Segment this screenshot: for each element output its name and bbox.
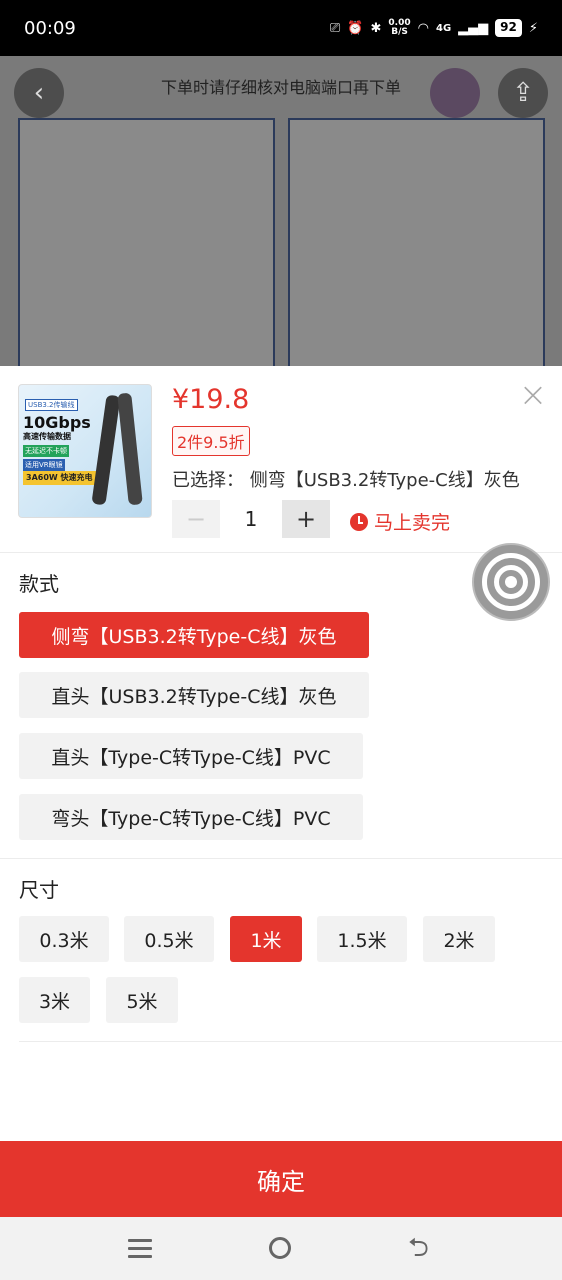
- cable-graphic: [117, 392, 143, 506]
- size-option[interactable]: 1.5米: [317, 916, 407, 962]
- cable-graphic: [91, 394, 121, 506]
- style-option[interactable]: 侧弯【USB3.2转Type-C线】灰色: [19, 612, 369, 658]
- back-arrow-icon[interactable]: ‹: [14, 68, 64, 118]
- size-option[interactable]: 3米: [19, 977, 90, 1023]
- status-bar: 00:09 ⎚ ⏰ ✱ 0.00 B/S ◠ 4G ▂▄▆ 92 ⚡: [0, 0, 562, 56]
- size-option[interactable]: 0.5米: [124, 916, 214, 962]
- cast-icon: ⎚: [329, 20, 341, 36]
- product-price: ¥19.8: [172, 384, 250, 415]
- thumb-power: 3A60W 快速充电: [23, 471, 96, 485]
- style-option[interactable]: 直头【USB3.2转Type-C线】灰色: [19, 672, 369, 718]
- product-image-type-c: [288, 118, 545, 366]
- thumb-line1: 高速传输数据: [23, 432, 71, 441]
- size-option[interactable]: 0.3米: [19, 916, 109, 962]
- style-section-title: 款式: [19, 572, 59, 596]
- thumb-speed: 10Gbps: [23, 413, 91, 432]
- divider: [0, 858, 562, 859]
- share-icon[interactable]: ⇪: [498, 68, 548, 118]
- wifi-icon: ◠: [417, 20, 429, 36]
- size-option[interactable]: 2米: [423, 916, 495, 962]
- battery-indicator: 92: [495, 19, 522, 37]
- style-option[interactable]: 直头【Type-C转Type-C线】PVC: [19, 733, 363, 779]
- size-option[interactable]: 5米: [106, 977, 178, 1023]
- signal-icon: ▂▄▆: [458, 20, 489, 36]
- thumb-badge2: 适用VR眼镜: [23, 459, 65, 471]
- charging-icon: ⚡: [528, 20, 538, 36]
- alarm-icon: ⏰: [347, 20, 364, 36]
- close-icon[interactable]: ×: [518, 378, 548, 412]
- confirm-button[interactable]: 确定: [0, 1141, 562, 1217]
- system-nav-bar: ⮌: [0, 1217, 562, 1280]
- assistive-touch-button[interactable]: [472, 543, 550, 621]
- size-section-title: 尺寸: [19, 878, 59, 902]
- increase-button[interactable]: +: [282, 500, 330, 538]
- network-speed: 0.00 B/S: [388, 18, 411, 37]
- status-icons: ⎚ ⏰ ✱ 0.00 B/S ◠ 4G ▂▄▆ 92 ⚡: [330, 19, 538, 37]
- sku-selection-sheet: USB3.2传输线 10Gbps 高速传输数据 无延迟不卡顿 适用VR眼镜 3A…: [0, 366, 562, 1142]
- divider: [19, 1041, 562, 1042]
- ring-icon: [505, 576, 517, 588]
- back-icon[interactable]: ⮌: [408, 1235, 429, 1261]
- home-icon[interactable]: [269, 1237, 291, 1259]
- size-option[interactable]: 1米: [230, 916, 302, 962]
- bluetooth-icon: ✱: [370, 20, 382, 36]
- decrease-button[interactable]: −: [172, 500, 220, 538]
- network-type: 4G: [435, 22, 452, 34]
- selected-variant-text: 已选择： 侧弯【USB3.2转Type-C线】灰色: [172, 470, 520, 491]
- clock-icon: [350, 512, 368, 531]
- status-time: 00:09: [24, 17, 76, 39]
- sell-out-notice: 马上卖完: [350, 508, 450, 535]
- quantity-stepper: − 1 +: [172, 500, 330, 538]
- sell-out-text: 马上卖完: [374, 512, 451, 534]
- thumb-tag: USB3.2传输线: [25, 399, 78, 411]
- store-logo-icon[interactable]: [430, 68, 480, 118]
- thumb-badge1: 无延迟不卡顿: [23, 445, 69, 457]
- quantity-value[interactable]: 1: [220, 507, 282, 531]
- discount-badge: 2件9.5折: [172, 426, 250, 456]
- menu-icon[interactable]: [128, 1239, 152, 1259]
- divider: [0, 552, 562, 553]
- product-image-usb-a: [18, 118, 275, 366]
- style-option[interactable]: 弯头【Type-C转Type-C线】PVC: [19, 794, 363, 840]
- product-page-background: 下单时请仔细核对电脑端口再下单 ‹ ⇪: [0, 56, 562, 366]
- product-thumbnail: USB3.2传输线 10Gbps 高速传输数据 无延迟不卡顿 适用VR眼镜 3A…: [18, 384, 152, 518]
